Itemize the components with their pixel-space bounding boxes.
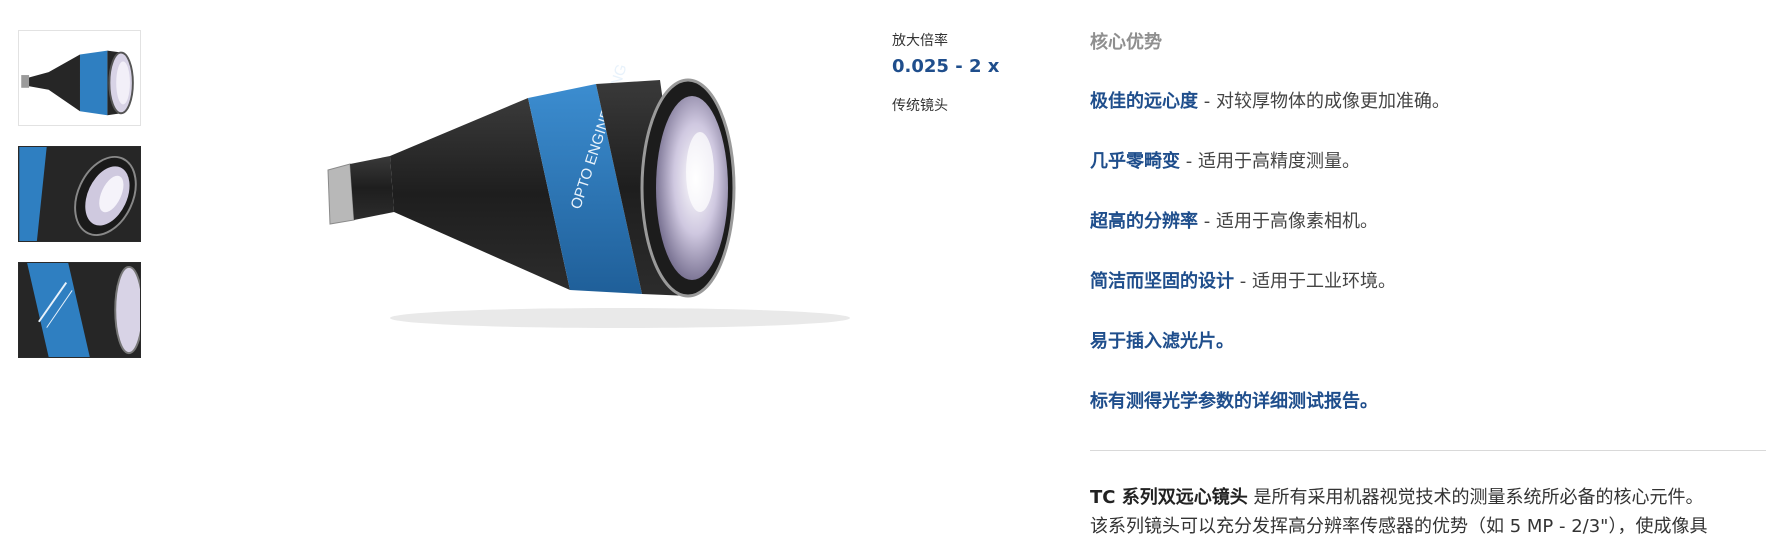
- description-line-1-rest: 是所有采用机器视觉技术的测量系统所必备的核心元件。: [1247, 487, 1704, 508]
- description-line-2: 该系列镜头可以充分发挥高分辨率传感器的优势（如 5 MP - 2/3"），使成像…: [1090, 516, 1708, 537]
- advantage-strong: 几乎零畸变: [1090, 151, 1180, 172]
- advantages-title: 核心优势: [1090, 32, 1162, 53]
- thumbnail-2[interactable]: [18, 146, 141, 242]
- section-divider: [1090, 450, 1766, 451]
- advantage-rest: - 适用于工业环境。: [1234, 271, 1396, 292]
- advantage-item: 几乎零畸变 - 适用于高精度测量。: [1090, 150, 1766, 174]
- thumbnail-gallery: [18, 30, 143, 378]
- advantage-strong: 标有测得光学参数的详细测试报告。: [1090, 391, 1378, 412]
- advantage-item: 简洁而坚固的设计 - 适用于工业环境。: [1090, 270, 1766, 294]
- magnification-value: 0.025 - 2 x: [892, 56, 1000, 77]
- magnification-label: 放大倍率: [892, 33, 948, 49]
- main-product-image: OPTO ENGINEERING: [320, 60, 880, 360]
- advantage-item: 极佳的远心度 - 对较厚物体的成像更加准确。: [1090, 90, 1766, 114]
- advantage-rest: - 适用于高精度测量。: [1180, 151, 1360, 172]
- thumbnail-3[interactable]: [18, 262, 141, 358]
- advantage-item: 易于插入滤光片。: [1090, 330, 1766, 354]
- advantage-rest: - 适用于高像素相机。: [1198, 211, 1378, 232]
- advantages-panel: 核心优势 极佳的远心度 - 对较厚物体的成像更加准确。 几乎零畸变 - 适用于高…: [1090, 28, 1766, 541]
- lens-label-detail-thumbnail-icon: [19, 263, 140, 357]
- spec-panel: 放大倍率 0.025 - 2 x 传统镜头: [892, 30, 1052, 121]
- product-description: TC 系列双远心镜头 是所有采用机器视觉技术的测量系统所必备的核心元件。 该系列…: [1090, 483, 1766, 541]
- description-line-1: TC 系列双远心镜头 是所有采用机器视觉技术的测量系统所必备的核心元件。: [1090, 483, 1766, 512]
- advantage-strong: 超高的分辨率: [1090, 211, 1198, 232]
- telecentric-lens-image-icon: OPTO ENGINEERING: [327, 62, 850, 328]
- advantage-rest: - 对较厚物体的成像更加准确。: [1198, 91, 1450, 112]
- advantage-strong: 简洁而坚固的设计: [1090, 271, 1234, 292]
- lens-front-detail-thumbnail-icon: [19, 147, 140, 241]
- lens-type-label: 传统镜头: [892, 98, 948, 114]
- advantage-item: 超高的分辨率 - 适用于高像素相机。: [1090, 210, 1766, 234]
- advantage-strong: 易于插入滤光片。: [1090, 331, 1234, 352]
- advantage-strong: 极佳的远心度: [1090, 91, 1198, 112]
- advantage-item: 标有测得光学参数的详细测试报告。: [1090, 390, 1766, 414]
- lens-full-view-thumbnail-icon: [19, 31, 140, 125]
- description-strong: TC 系列双远心镜头: [1090, 487, 1248, 508]
- thumbnail-1[interactable]: [18, 30, 141, 126]
